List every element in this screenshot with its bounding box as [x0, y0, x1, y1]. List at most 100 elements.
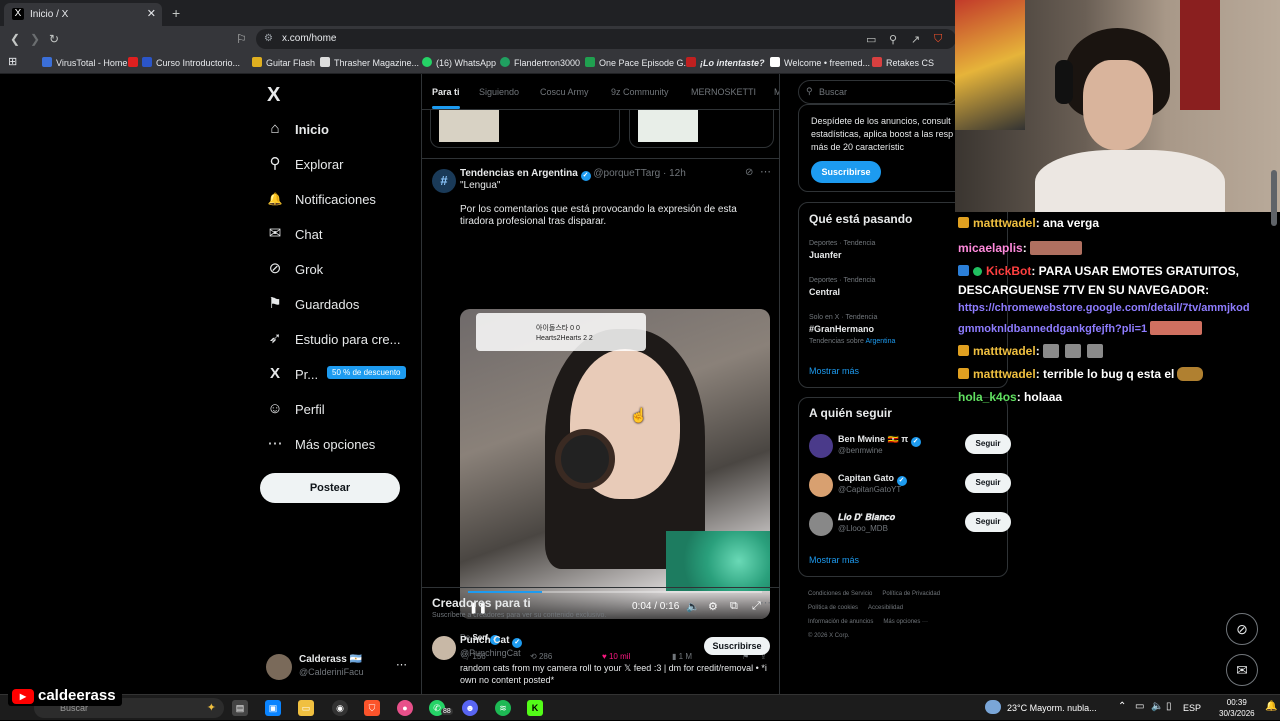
- kick-icon[interactable]: K: [527, 700, 543, 716]
- grok-explain-icon[interactable]: ⊘: [745, 167, 753, 178]
- bookmark-virustotal[interactable]: VirusTotal - Home: [42, 57, 127, 68]
- avatar[interactable]: [432, 636, 456, 660]
- close-tab-icon[interactable]: ✕: [147, 7, 156, 20]
- zoom-icon[interactable]: ⚲: [889, 33, 897, 46]
- follow-suggestion[interactable]: 𝑳𝒊𝒐 𝑫' 𝑩𝒍𝒂𝒏𝒄𝒐 @Llooo_MDB Seguir: [809, 510, 1011, 538]
- verified-icon: ✓: [512, 638, 523, 648]
- tab-coscu-army[interactable]: Coscu Army: [540, 87, 589, 97]
- x-logo[interactable]: X: [267, 84, 280, 107]
- creators-module: Creadores para ti Suscríbete a creadores…: [422, 587, 779, 685]
- bookmark-retakes[interactable]: Retakes CS: [872, 57, 934, 68]
- weather-text[interactable]: 23°C Mayorm. nubla...: [1007, 703, 1097, 713]
- footer-link[interactable]: Política de Privacidad: [882, 591, 940, 597]
- discord-icon[interactable]: ☻: [462, 700, 478, 716]
- discount-badge[interactable]: 50 % de descuento: [327, 366, 406, 379]
- nav-label: Explorar: [295, 157, 344, 172]
- volume-icon[interactable]: 🔈: [686, 600, 700, 613]
- follow-suggestion[interactable]: Ben Mwine 🇺🇬 π ✓ @benmwine Seguir: [809, 432, 1011, 460]
- battery-icon[interactable]: ▯: [1166, 701, 1172, 712]
- volume-icon[interactable]: 🔈: [1151, 701, 1163, 712]
- footer-link[interactable]: Accesibilidad: [868, 605, 903, 611]
- video-player[interactable]: 아이돌스타 0 0 Hearts2Hearts 2 2 ❚❚ 0:04 / 0:…: [460, 309, 770, 619]
- previous-post-card[interactable]: [430, 110, 620, 148]
- previous-post-card[interactable]: [629, 110, 774, 148]
- share-icon[interactable]: ↗: [911, 33, 920, 46]
- tab-para-ti[interactable]: Para ti: [432, 87, 460, 97]
- site-info-icon[interactable]: ⚙: [264, 33, 273, 44]
- brave-icon[interactable]: ⛉: [364, 700, 380, 716]
- picture-in-picture-icon[interactable]: ⧉: [730, 600, 738, 613]
- show-more-link[interactable]: Mostrar más: [809, 366, 859, 376]
- bookmark-whatsapp[interactable]: (16) WhatsApp: [422, 57, 496, 68]
- repost-button[interactable]: ⟲ 286: [530, 652, 552, 661]
- language-indicator[interactable]: ESP: [1183, 703, 1201, 713]
- search-input[interactable]: ⚲ Buscar: [798, 80, 958, 104]
- show-more-link[interactable]: Mostrar más: [809, 555, 859, 565]
- cast-icon[interactable]: ▭: [866, 33, 876, 46]
- store-icon[interactable]: ▣: [265, 700, 281, 716]
- footer-link[interactable]: Información de anuncios: [808, 619, 873, 625]
- post-button[interactable]: Postear: [260, 473, 400, 503]
- settings-icon[interactable]: ⚙: [708, 600, 718, 613]
- url-input[interactable]: ⚙ x.com/home: [256, 29, 956, 49]
- like-button[interactable]: ♥ 10 mil: [602, 652, 630, 661]
- steam-icon[interactable]: ◉: [332, 700, 348, 716]
- stream-channel-overlay: ▶ caldeerass: [8, 686, 122, 706]
- scrollbar-thumb[interactable]: [1271, 170, 1277, 226]
- clock[interactable]: 00:39 30/3/2026: [1219, 697, 1255, 719]
- notifications-icon[interactable]: 🔔: [1265, 701, 1277, 712]
- grok-icon[interactable]: ⊘: [1226, 613, 1258, 645]
- bookmark-curso[interactable]: Curso Introductorio...: [128, 57, 240, 68]
- brave-shield-icon[interactable]: ⛉: [934, 33, 942, 46]
- footer-link[interactable]: Política de cookies: [808, 605, 858, 611]
- video-progress-bar[interactable]: [468, 591, 762, 593]
- new-tab-button[interactable]: +: [172, 5, 180, 21]
- subscribe-button[interactable]: Suscribirse: [811, 161, 881, 183]
- tab-9z-community[interactable]: 9z Community: [611, 87, 669, 97]
- task-view-icon[interactable]: ▤: [232, 700, 248, 716]
- subscribe-button[interactable]: Suscribirse: [704, 637, 770, 655]
- tab-mernosketti[interactable]: MERNOSKETTI: [691, 87, 756, 97]
- messages-icon[interactable]: ✉: [1226, 654, 1258, 686]
- spotify-icon[interactable]: ≋: [495, 700, 511, 716]
- reload-icon[interactable]: ↻: [49, 32, 59, 46]
- follow-suggestion[interactable]: Capitan Gato ✓ @CapitanGatoYT Seguir: [809, 471, 1011, 499]
- chat-link[interactable]: https://chromewebstore.google.com/detail…: [958, 302, 1250, 314]
- bookmark-flandertron[interactable]: Flandertron3000: [500, 57, 580, 68]
- tab-m[interactable]: M: [774, 87, 779, 97]
- more-icon[interactable]: ⋯: [760, 596, 771, 609]
- tab-siguiendo[interactable]: Siguiendo: [479, 87, 519, 97]
- weather-icon[interactable]: [985, 700, 1001, 714]
- tab-title: Inicio / X: [30, 9, 69, 20]
- footer-link[interactable]: Condiciones de Servicio: [808, 591, 872, 597]
- more-icon[interactable]: ⋯: [760, 165, 771, 178]
- bookmark-guitar-flash[interactable]: Guitar Flash: [252, 57, 315, 68]
- chevron-up-icon[interactable]: ⌃: [1118, 701, 1126, 712]
- chat-link[interactable]: gmmoknldbanneddgankgfejfh?pli=1: [958, 321, 1205, 335]
- forward-icon[interactable]: ❯: [30, 32, 40, 46]
- creator-name[interactable]: Punch Cat ✓: [460, 635, 523, 648]
- creators-title: Creadores para ti: [432, 596, 531, 610]
- back-icon[interactable]: ❮: [10, 32, 20, 46]
- browser-tab[interactable]: X Inicio / X ✕: [4, 3, 162, 26]
- follow-button[interactable]: Seguir: [965, 473, 1011, 493]
- avatar: [809, 512, 833, 536]
- apps-grid-icon[interactable]: ⊞: [8, 55, 17, 68]
- bookmark-thrasher[interactable]: Thrasher Magazine...: [320, 57, 419, 68]
- follow-button[interactable]: Seguir: [965, 512, 1011, 532]
- footer-link[interactable]: Más opciones ···: [883, 619, 928, 625]
- bookmark-freemed[interactable]: Welcome • freemed...: [770, 57, 870, 68]
- webcam-overlay: [955, 0, 1280, 212]
- network-icon[interactable]: ▭: [1135, 701, 1144, 712]
- bookmark-lo-intentaste[interactable]: ¡Lo intentaste?: [686, 57, 765, 68]
- bookmark-one-pace[interactable]: One Pace Episode G...: [585, 57, 691, 68]
- bookmark-page-icon[interactable]: ⚐: [236, 32, 247, 46]
- account-switcher[interactable]: Calderass 🇦🇷 @CalderiniFacu ⋯: [266, 652, 411, 684]
- more-icon[interactable]: ⋯: [396, 658, 407, 671]
- follow-button[interactable]: Seguir: [965, 434, 1011, 454]
- app-icon[interactable]: ●: [397, 700, 413, 716]
- x-premium-icon: X: [269, 365, 280, 382]
- views-button[interactable]: ▮ 1 M: [672, 652, 692, 661]
- file-explorer-icon[interactable]: ▭: [298, 700, 314, 716]
- hashtag-avatar-icon[interactable]: #: [432, 169, 456, 193]
